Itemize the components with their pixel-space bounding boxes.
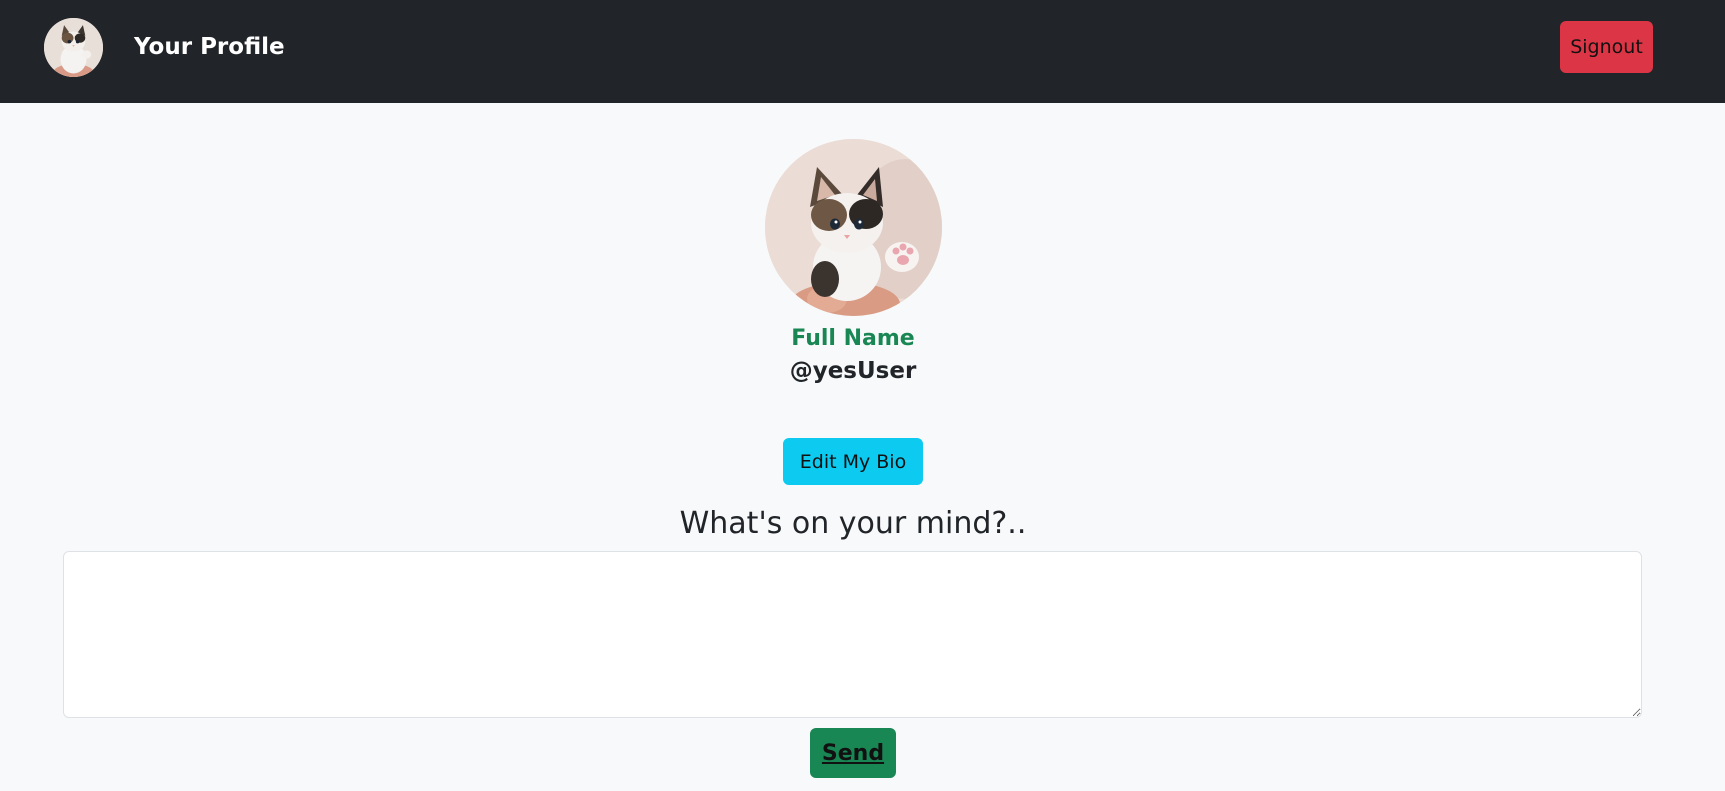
post-prompt-heading: What's on your mind?.. xyxy=(679,506,1027,541)
kitten-avatar-icon[interactable] xyxy=(44,18,103,77)
page-title: Your Profile xyxy=(134,34,285,60)
signout-button[interactable]: Signout xyxy=(1560,21,1653,73)
post-textarea[interactable] xyxy=(63,551,1642,718)
profile-photo xyxy=(765,139,942,316)
edit-bio-button[interactable]: Edit My Bio xyxy=(783,438,923,485)
top-navbar: Your Profile Signout xyxy=(0,0,1725,103)
send-button[interactable]: Send xyxy=(810,728,896,778)
profile-full-name: Full Name xyxy=(791,326,915,351)
profile-username: @yesUser xyxy=(789,358,917,384)
